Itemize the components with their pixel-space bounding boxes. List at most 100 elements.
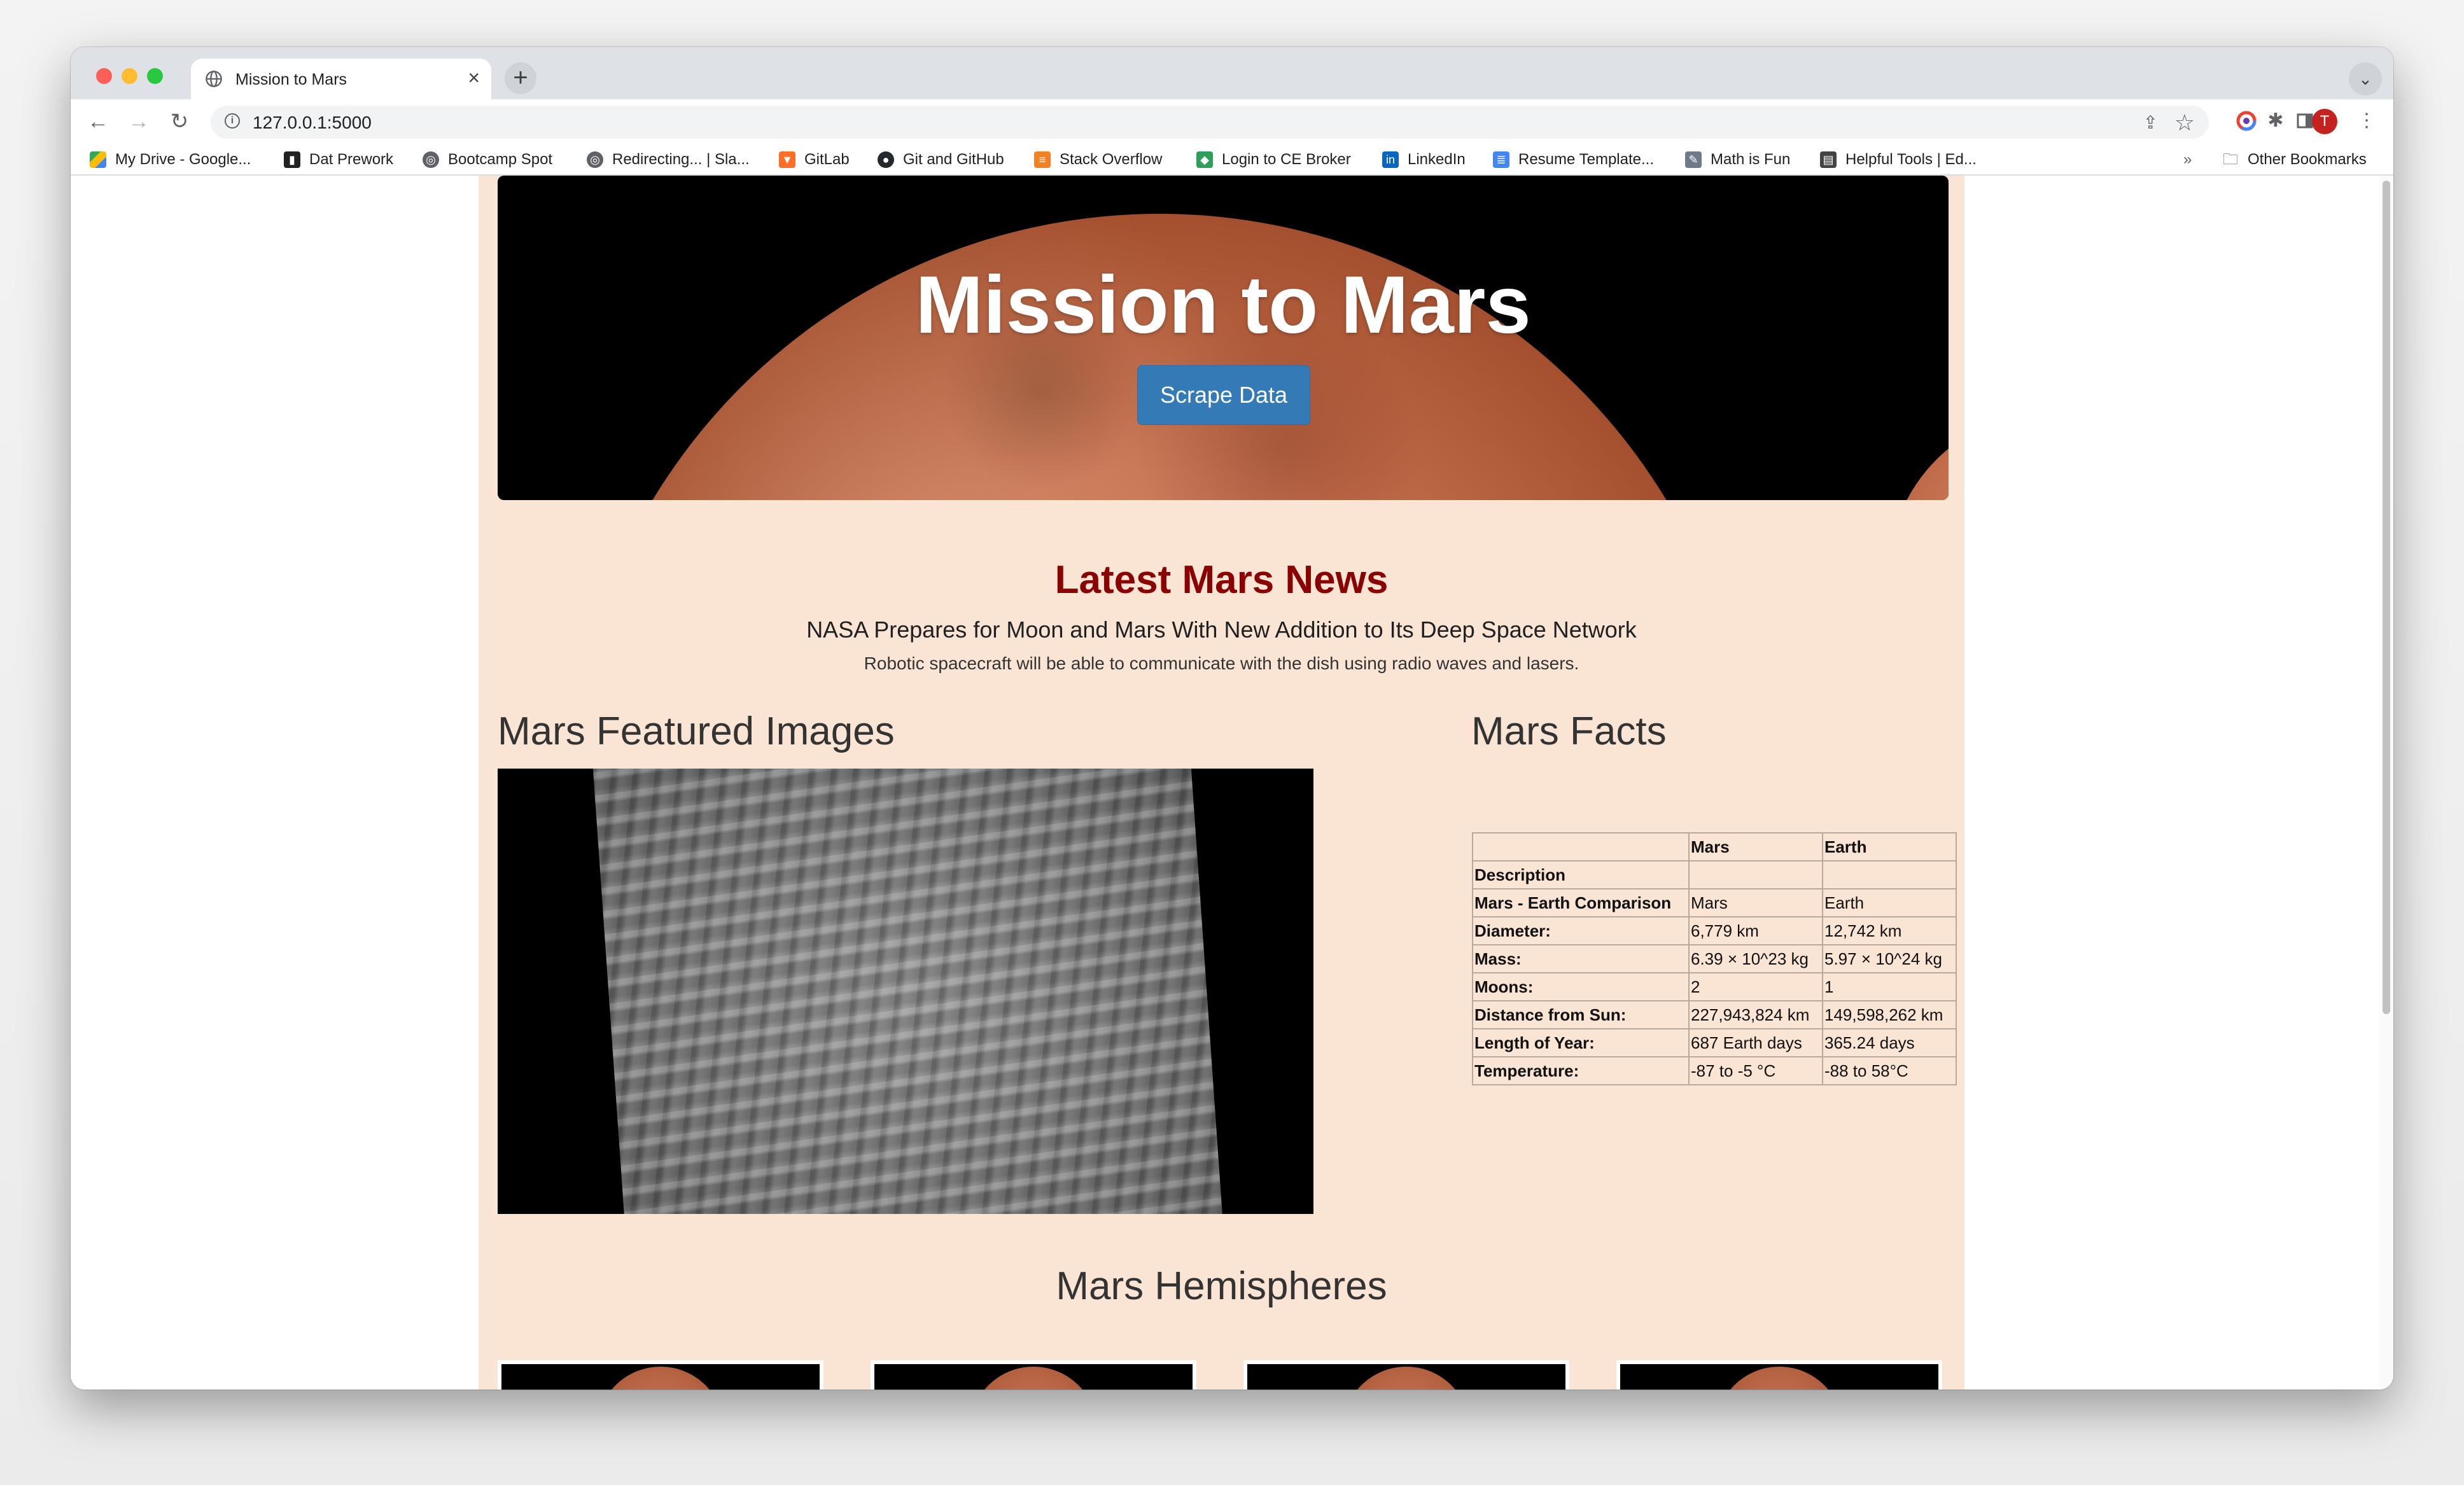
- share-icon[interactable]: ⇪: [2143, 112, 2158, 133]
- mars-facts-table: Mars Earth Description Mars - Earth Comp…: [1472, 832, 1957, 1085]
- tools-icon: ▤: [1820, 151, 1837, 168]
- bookmark-math-is-fun[interactable]: ✎ Math is Fun: [1685, 150, 1790, 169]
- book-icon: ▮: [284, 151, 300, 168]
- table-row: Length of Year: 687 Earth days 365.24 da…: [1472, 1028, 1957, 1057]
- minimize-window-button[interactable]: [122, 68, 137, 84]
- page-container: Mission to Mars Scrape Data Latest Mars …: [479, 176, 1964, 1390]
- bookmark-dat-prework[interactable]: ▮ Dat Prework: [284, 150, 393, 169]
- other-bookmarks-folder[interactable]: 🗀 Other Bookmarks: [2222, 150, 2367, 169]
- bookmark-gitlab[interactable]: ▼ GitLab: [779, 150, 850, 169]
- browser-menu-icon[interactable]: ⋮: [2355, 109, 2378, 132]
- maximize-window-button[interactable]: [147, 68, 163, 84]
- table-header-cell: [1472, 832, 1690, 861]
- table-row-label: Diameter:: [1472, 916, 1690, 945]
- gitlab-icon: ▼: [779, 151, 795, 168]
- bookmark-ce-broker[interactable]: ◆ Login to CE Broker: [1196, 150, 1351, 169]
- table-row-label: Length of Year:: [1472, 1028, 1690, 1057]
- hemisphere-planet: [1716, 1367, 1843, 1390]
- table-row: Mass: 6.39 × 10^23 kg 5.97 × 10^24 kg: [1472, 944, 1957, 973]
- bookmark-label: Login to CE Broker: [1222, 151, 1351, 168]
- tab-strip: Mission to Mars × + ⌄: [71, 47, 2393, 99]
- hemispheres-heading: Mars Hemispheres: [1056, 1264, 1387, 1308]
- news-heading: Latest Mars News: [1054, 558, 1389, 602]
- bookmark-bootcamp-spot[interactable]: ◎ Bootcamp Spot: [423, 150, 552, 169]
- address-bar[interactable]: i 127.0.0.1:5000 ⇪ ☆: [211, 106, 2209, 139]
- bookmark-label: Redirecting... | Sla...: [612, 151, 750, 168]
- bookmark-label: Git and GitHub: [903, 151, 1004, 168]
- bookmark-git-and-github[interactable]: ● Git and GitHub: [878, 150, 1004, 169]
- profile-avatar[interactable]: T: [2312, 109, 2337, 134]
- bookmark-label: Dat Prework: [309, 151, 394, 168]
- google-drive-icon: [90, 151, 106, 168]
- table-cell: 6,779 km: [1688, 916, 1823, 945]
- tab-mission-to-mars[interactable]: Mission to Mars ×: [191, 59, 491, 99]
- table-header-cell: Earth: [1822, 832, 1957, 861]
- tab-search-button[interactable]: ⌄: [2349, 62, 2382, 95]
- bookmark-resume-template[interactable]: ≣ Resume Template...: [1493, 150, 1654, 169]
- hemisphere-thumbnail[interactable]: [1243, 1360, 1569, 1390]
- bookmark-helpful-tools[interactable]: ▤ Helpful Tools | Ed...: [1820, 150, 1977, 169]
- bookmark-label: GitLab: [804, 151, 850, 168]
- table-row: Moons: 2 1: [1472, 972, 1957, 1001]
- reload-icon[interactable]: ↻: [165, 107, 194, 136]
- table-index-row: Description: [1472, 860, 1957, 889]
- overflow-chevron-icon: »: [2183, 151, 2192, 168]
- hemisphere-image: [1247, 1364, 1565, 1390]
- table-header-cell: [1822, 860, 1957, 889]
- table-row: Temperature: -87 to -5 °C -88 to 58°C: [1472, 1056, 1957, 1085]
- table-cell: 1: [1822, 972, 1957, 1001]
- table-header-cell: [1688, 860, 1823, 889]
- mars-facts-heading: Mars Facts: [1471, 709, 1667, 753]
- scrollbar-thumb[interactable]: [2383, 181, 2390, 1014]
- table-cell: 12,742 km: [1822, 916, 1957, 945]
- globe-icon: ◎: [587, 151, 603, 168]
- color-extension-icon[interactable]: [2235, 109, 2258, 132]
- bookmark-my-drive[interactable]: My Drive - Google...: [90, 150, 251, 169]
- bookmark-label: Math is Fun: [1711, 151, 1791, 168]
- vertical-scrollbar[interactable]: [2379, 176, 2393, 1390]
- extensions-puzzle-icon[interactable]: ✱: [2264, 109, 2287, 132]
- document-icon: ≣: [1493, 151, 1509, 168]
- table-header-cell: Mars: [1688, 832, 1823, 861]
- bookmark-linkedin[interactable]: in LinkedIn: [1382, 150, 1466, 169]
- site-info-icon[interactable]: i: [225, 113, 240, 129]
- bookmark-label: Helpful Tools | Ed...: [1845, 151, 1977, 168]
- bookmarks-overflow-button[interactable]: »: [2183, 150, 2192, 169]
- table-row-label: Distance from Sun:: [1472, 1000, 1690, 1029]
- page-title: Mission to Mars: [915, 260, 1531, 351]
- bookmark-label: Resume Template...: [1518, 151, 1654, 168]
- url-text[interactable]: 127.0.0.1:5000: [253, 113, 372, 133]
- featured-images-heading: Mars Featured Images: [498, 709, 895, 753]
- table-row-label: Mars - Earth Comparison: [1472, 888, 1690, 917]
- new-tab-button[interactable]: +: [505, 62, 536, 94]
- close-window-button[interactable]: [96, 68, 112, 84]
- bookmark-label: My Drive - Google...: [115, 151, 251, 168]
- other-bookmarks-label: Other Bookmarks: [2248, 151, 2367, 168]
- forward-arrow-icon[interactable]: →: [124, 107, 153, 136]
- bookmark-label: Bootcamp Spot: [448, 151, 553, 168]
- table-row-label: Temperature:: [1472, 1056, 1690, 1085]
- table-cell: 227,943,824 km: [1688, 1000, 1823, 1029]
- table-row-label: Moons:: [1472, 972, 1690, 1001]
- github-icon: ●: [878, 151, 894, 168]
- hemisphere-thumbnail[interactable]: [871, 1360, 1196, 1390]
- featured-image: [498, 769, 1313, 1214]
- bookmark-label: Stack Overflow: [1060, 151, 1163, 168]
- hemisphere-thumbnail[interactable]: [498, 1360, 823, 1390]
- tab-title: Mission to Mars: [235, 71, 347, 88]
- mars-surface-strip: [591, 769, 1225, 1214]
- folder-icon: 🗀: [2223, 151, 2238, 168]
- jumbotron: Mission to Mars Scrape Data: [498, 176, 1949, 500]
- hemisphere-thumbnail[interactable]: [1616, 1360, 1942, 1390]
- bookmark-star-icon[interactable]: ☆: [2174, 109, 2195, 136]
- back-arrow-icon[interactable]: ←: [83, 107, 113, 136]
- hemisphere-planet: [970, 1367, 1097, 1390]
- stackoverflow-icon: ≡: [1034, 151, 1051, 168]
- scrape-data-button[interactable]: Scrape Data: [1137, 365, 1310, 425]
- bookmark-redirecting[interactable]: ◎ Redirecting... | Sla...: [587, 150, 750, 169]
- table-row: Distance from Sun: 227,943,824 km 149,59…: [1472, 1000, 1957, 1029]
- tab-close-icon[interactable]: ×: [468, 67, 480, 88]
- bookmark-stack-overflow[interactable]: ≡ Stack Overflow: [1034, 150, 1162, 169]
- globe-icon: ◎: [423, 151, 439, 168]
- linkedin-icon: in: [1382, 151, 1399, 168]
